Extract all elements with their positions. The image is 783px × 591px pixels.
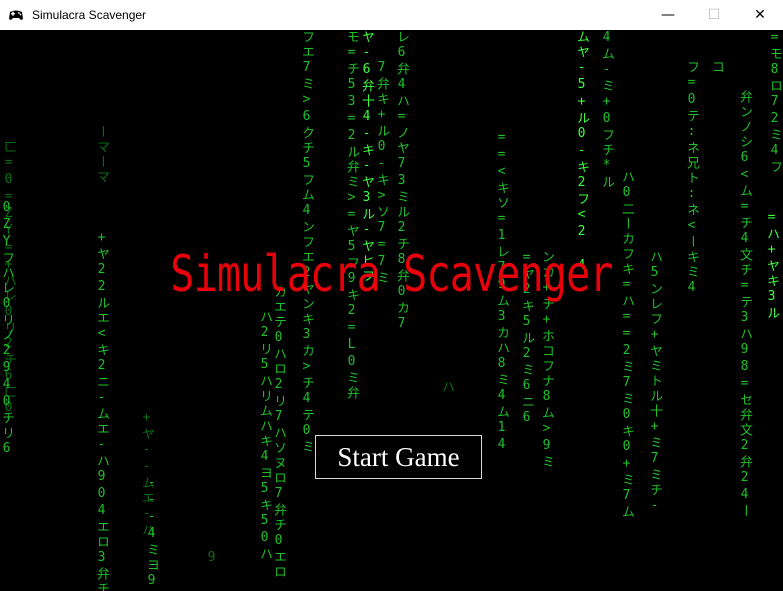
window-title: Simulacra Scavenger bbox=[32, 8, 147, 22]
window-controls: — ☐ ✕ bbox=[645, 0, 783, 30]
maximize-icon: ☐ bbox=[707, 7, 721, 23]
maximize-button[interactable]: ☐ bbox=[691, 0, 737, 30]
matrix-rain-background: ㄈ=0=ZY=+ハレ0リ2チ6ㄈ0 0ZYフハレ0リノ2940チリ6 ーマーマ … bbox=[0, 30, 782, 591]
close-button[interactable]: ✕ bbox=[737, 0, 783, 30]
gamepad-icon bbox=[8, 7, 24, 23]
close-icon: ✕ bbox=[754, 7, 766, 23]
title-bar: Simulacra Scavenger — ☐ ✕ bbox=[0, 0, 783, 30]
minimize-button[interactable]: — bbox=[645, 0, 691, 30]
minimize-icon: — bbox=[661, 7, 675, 23]
start-game-button[interactable]: Start Game bbox=[315, 435, 482, 479]
game-title: Simulacra Scavenger bbox=[170, 245, 613, 303]
game-canvas[interactable]: ㄈ=0=ZY=+ハレ0リ2チ6ㄈ0 0ZYフハレ0リノ2940チリ6 ーマーマ … bbox=[0, 30, 783, 591]
